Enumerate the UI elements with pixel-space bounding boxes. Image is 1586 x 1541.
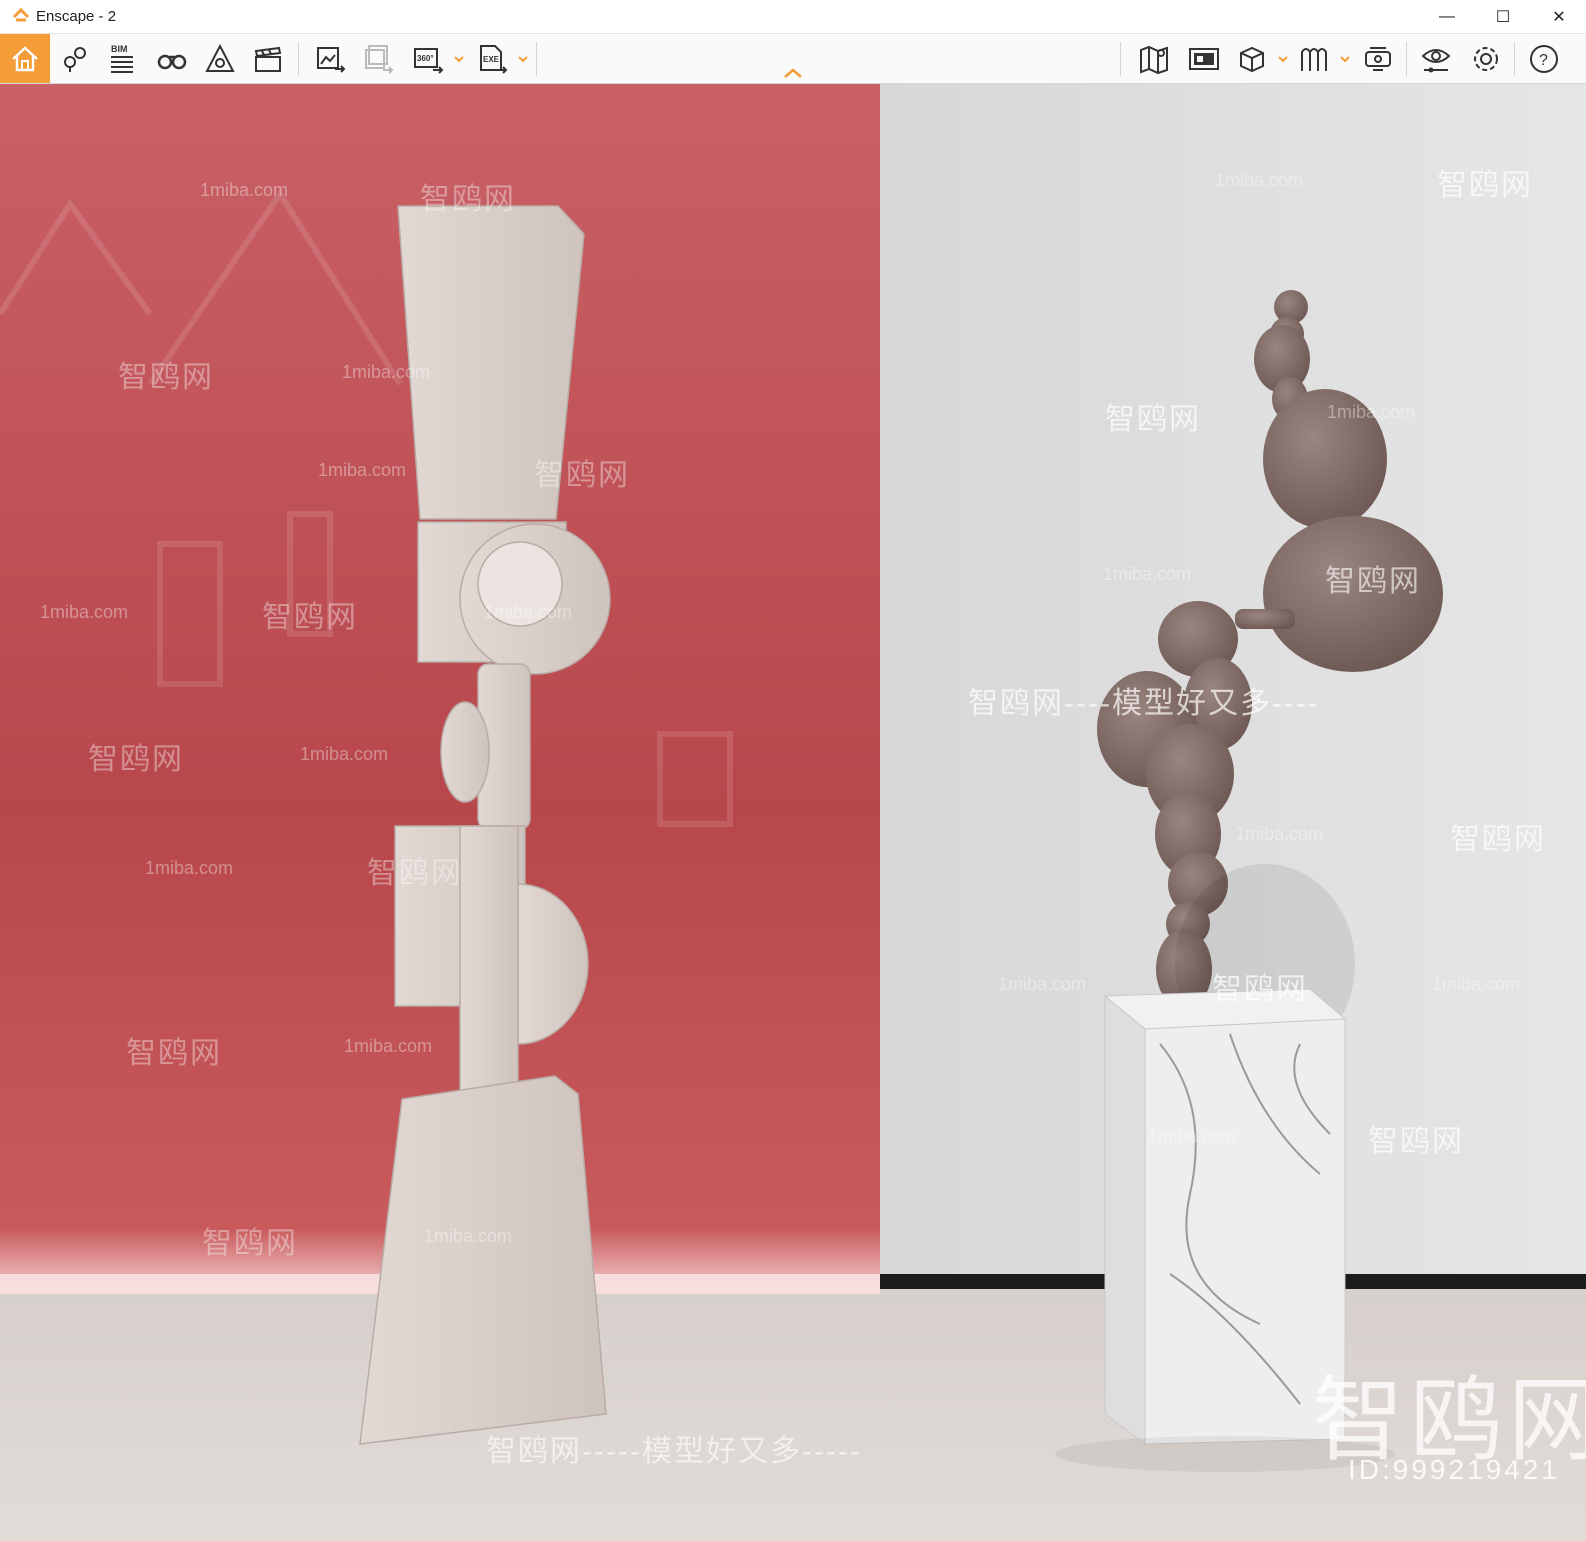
- toolbar-separator: [536, 42, 537, 76]
- watermark-site: 1miba.com: [1327, 402, 1416, 422]
- svg-text:360°: 360°: [417, 54, 434, 63]
- watermark-slogan: 智鸥网-----模型好又多-----: [486, 1435, 862, 1468]
- bim-icon: BIM: [111, 44, 133, 73]
- help-icon: ?: [1530, 44, 1558, 73]
- watermark-site: 1miba.com: [1432, 974, 1521, 994]
- watermark-brand: 智鸥网: [1450, 823, 1546, 856]
- toolbar-separator: [1120, 42, 1121, 76]
- watermark-site: 1miba.com: [344, 1036, 433, 1056]
- watermark-id: ID:999219421: [1348, 1454, 1560, 1485]
- batch-export-button: [356, 37, 400, 80]
- export-exe-icon: EXE: [480, 44, 508, 74]
- vr-headset-icon: [1365, 46, 1391, 71]
- vr-headset-button[interactable]: [1356, 37, 1400, 80]
- settings-icon: [1474, 46, 1498, 71]
- export-exe-button[interactable]: EXE: [470, 37, 514, 80]
- cube-button[interactable]: [1230, 37, 1274, 80]
- title-bar: Enscape - 2 — ☐ ✕: [0, 0, 1586, 34]
- close-button[interactable]: ✕: [1532, 0, 1586, 33]
- window-title: Enscape - 2: [36, 8, 117, 25]
- watermark-brand: 智鸥网: [1368, 1125, 1464, 1158]
- export-360-icon: 360°: [414, 47, 444, 74]
- asset-library-button[interactable]: [52, 37, 96, 80]
- video-editor-icon: [254, 46, 282, 72]
- toolbar-separator: [1514, 42, 1515, 76]
- export-image-icon: [317, 46, 346, 73]
- svg-text:EXE: EXE: [483, 55, 500, 64]
- watermark-slogan-mid: 智鸥网----模型好又多----: [968, 687, 1320, 720]
- watermark-site: 1miba.com: [1235, 824, 1324, 844]
- watermark-brand: 智鸥网: [534, 459, 630, 492]
- image-panel-button[interactable]: [1182, 37, 1226, 80]
- marble-plinth: [1103, 988, 1347, 1445]
- video-editor-button[interactable]: [246, 37, 290, 80]
- maximize-button[interactable]: ☐: [1476, 0, 1530, 33]
- watermark-site: 1miba.com: [1215, 170, 1304, 190]
- watermark-brand: 智鸥网: [126, 1037, 222, 1070]
- watermark-brand: 智鸥网: [367, 857, 463, 890]
- svg-text:?: ?: [1539, 52, 1548, 69]
- watermark-brand: 智鸥网: [1105, 403, 1201, 436]
- watermark-brand: 智鸥网: [1212, 973, 1308, 1006]
- batch-export-icon: [365, 44, 394, 74]
- watermark-site: 1miba.com: [342, 362, 431, 382]
- navigation-button[interactable]: [198, 37, 242, 80]
- map-icon: [1140, 45, 1168, 74]
- collapse-toolbar-chevron-icon[interactable]: [782, 66, 804, 80]
- cube-icon: [1240, 46, 1264, 72]
- chevron-down-icon[interactable]: [1278, 54, 1288, 64]
- watermark-brand: 智鸥网: [262, 601, 358, 634]
- watermark-site: 1miba.com: [318, 460, 407, 480]
- watermark-site: 1miba.com: [1148, 1126, 1237, 1146]
- watermark-site: 1miba.com: [998, 974, 1087, 994]
- settings-button[interactable]: [1464, 37, 1508, 80]
- chevron-down-icon[interactable]: [454, 54, 464, 64]
- visual-settings-button[interactable]: [1414, 37, 1458, 80]
- binoculars-button[interactable]: [150, 37, 194, 80]
- render-viewport[interactable]: 1miba.com 智鸥网 1miba.com 智鸥网 智鸥网 1miba.co…: [0, 84, 1586, 1541]
- watermark-brand: 智鸥网: [1325, 565, 1421, 598]
- export-360-button[interactable]: 360°: [406, 37, 450, 80]
- views-button[interactable]: [1292, 37, 1336, 80]
- watermark-site: 1miba.com: [424, 1226, 513, 1246]
- map-button[interactable]: [1132, 37, 1176, 80]
- watermark-site: 1miba.com: [484, 602, 573, 622]
- toolbar-separator: [298, 42, 299, 76]
- chevron-down-icon[interactable]: [1340, 54, 1350, 64]
- minimize-button[interactable]: —: [1420, 0, 1474, 33]
- watermark-site: 1miba.com: [40, 602, 129, 622]
- home-icon: [12, 45, 38, 71]
- visual-settings-icon: [1421, 48, 1451, 72]
- asset-library-icon: [64, 46, 86, 72]
- chevron-down-icon[interactable]: [518, 54, 528, 64]
- binoculars-icon: [157, 54, 187, 69]
- watermark-brand: 智鸥网: [118, 361, 214, 394]
- watermark-site: 1miba.com: [200, 180, 289, 200]
- svg-text:BIM: BIM: [111, 44, 128, 54]
- navigation-icon: [205, 43, 235, 72]
- watermark-brand: 智鸥网: [88, 743, 184, 776]
- toolbar-separator: [1406, 42, 1407, 76]
- watermark-brand: 智鸥网: [202, 1227, 298, 1260]
- bim-button[interactable]: BIM: [100, 37, 144, 80]
- rendered-scene: [0, 84, 1586, 1541]
- enscape-logo-icon: [12, 8, 30, 22]
- watermark-brand: 智鸥网: [420, 183, 516, 216]
- views-icon: [1301, 47, 1327, 71]
- watermark-brand: 智鸥网: [1437, 169, 1533, 202]
- home-button[interactable]: [0, 34, 50, 83]
- watermark-site: 1miba.com: [300, 744, 389, 764]
- help-button[interactable]: ?: [1522, 37, 1566, 80]
- watermark-site: 1miba.com: [145, 858, 234, 878]
- export-image-button[interactable]: [308, 37, 352, 80]
- image-panel-icon: [1189, 47, 1219, 70]
- watermark-site: 1miba.com: [1103, 564, 1192, 584]
